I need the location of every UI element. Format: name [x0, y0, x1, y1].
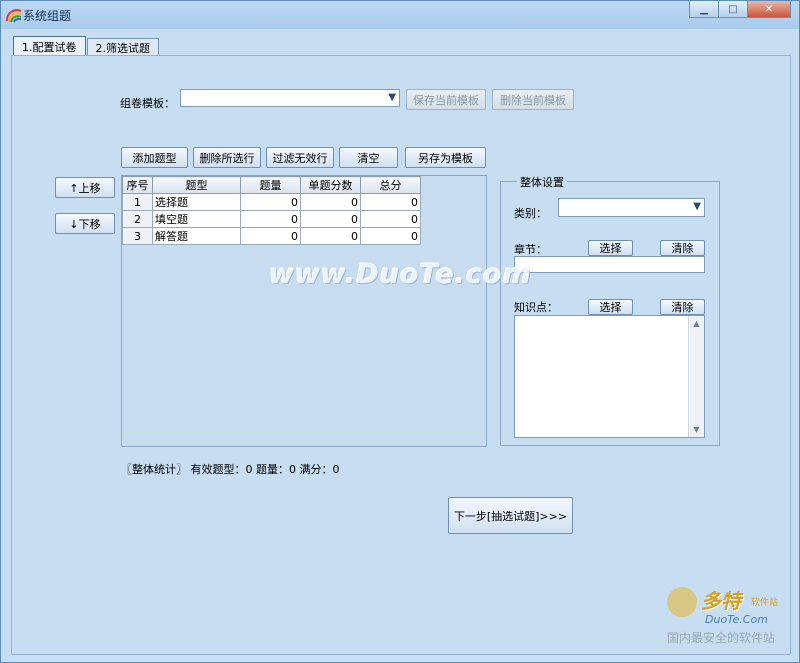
cell-type[interactable]: 解答题: [152, 227, 241, 245]
cell-total: 0: [360, 193, 421, 211]
main-window: 系统组题 ▁ □ ✕ 1.配置试卷 2.筛选试题 组卷模板： ▼ 保存当前模板 …: [0, 0, 800, 663]
scroll-down-icon[interactable]: ▼: [689, 422, 704, 437]
question-type-grid-area: 序号 题型 题量 单题分数 总分 1 选择题 0 0 0 2 填空题 0 0 0…: [121, 175, 487, 447]
close-button[interactable]: ✕: [748, 1, 791, 18]
move-down-button[interactable]: ↓下移: [55, 213, 115, 234]
cell-total: 0: [360, 210, 421, 228]
tab-filter-questions[interactable]: 2.筛选试题: [86, 38, 159, 56]
table-row[interactable]: 1 选择题 0 0 0: [122, 193, 421, 211]
category-combobox[interactable]: ▼: [558, 198, 705, 217]
maximize-icon: □: [728, 3, 738, 15]
chapter-field[interactable]: [514, 256, 705, 273]
duote-slogan: 国内最安全的软件站: [667, 631, 776, 645]
chevron-down-icon[interactable]: ▼: [388, 92, 396, 103]
table-header-row: 序号 题型 题量 单题分数 总分: [122, 176, 421, 194]
question-type-table: 序号 题型 题量 单题分数 总分 1 选择题 0 0 0 2 填空题 0 0 0…: [122, 176, 421, 245]
template-label: 组卷模板：: [120, 97, 175, 110]
cell-score-each[interactable]: 0: [300, 210, 361, 228]
tab-strip: 1.配置试卷 2.筛选试题: [13, 36, 160, 56]
filter-invalid-rows-button[interactable]: 过滤无效行: [266, 147, 334, 168]
cell-count[interactable]: 0: [240, 227, 301, 245]
cell-type[interactable]: 填空题: [152, 210, 241, 228]
column-header-total[interactable]: 总分: [360, 176, 421, 194]
window-title: 系统组题: [23, 9, 72, 23]
duote-url: DuoTe.Com: [705, 613, 768, 626]
maximize-button[interactable]: □: [719, 1, 748, 18]
delete-template-button[interactable]: 删除当前模板: [492, 89, 574, 110]
knowledge-clear-button[interactable]: 清除: [660, 299, 705, 315]
title-bar[interactable]: 系统组题 ▁ □ ✕: [1, 1, 799, 29]
cell-count[interactable]: 0: [240, 193, 301, 211]
column-header-type[interactable]: 题型: [152, 176, 241, 194]
add-question-type-button[interactable]: 添加题型: [121, 147, 188, 168]
knowledge-scrollbar[interactable]: ▲ ▼: [688, 316, 704, 437]
column-header-score-each[interactable]: 单题分数: [300, 176, 361, 194]
move-up-button[interactable]: ↑上移: [55, 177, 115, 198]
template-combobox[interactable]: ▼: [180, 89, 400, 107]
overall-settings-title: 整体设置: [517, 174, 567, 190]
table-row[interactable]: 3 解答题 0 0 0: [122, 227, 421, 245]
cell-count[interactable]: 0: [240, 210, 301, 228]
knowledge-point-textarea[interactable]: ▲ ▼: [514, 315, 705, 438]
overall-statistics: 〖整体统计〗 有效题型：0 题量：0 满分：0: [121, 463, 340, 476]
category-label: 类别：: [514, 207, 547, 220]
cell-total: 0: [360, 227, 421, 245]
duote-brand-sub: 软件站: [751, 598, 779, 608]
configure-paper-panel: 组卷模板： ▼ 保存当前模板 删除当前模板 添加题型 删除所选行 过滤无效行 清…: [11, 55, 791, 655]
minimize-button[interactable]: ▁: [689, 1, 719, 18]
duote-watermark: www.DuoTe.com: [269, 259, 532, 290]
chapter-label: 章节：: [514, 243, 547, 256]
minimize-icon: ▁: [700, 3, 708, 15]
delete-selected-rows-button[interactable]: 删除所选行: [193, 147, 261, 168]
tab-configure-paper[interactable]: 1.配置试卷: [13, 36, 86, 56]
duote-mascot-icon: [667, 587, 697, 617]
scroll-up-icon[interactable]: ▲: [689, 316, 704, 331]
row-index: 2: [122, 210, 153, 228]
save-template-button[interactable]: 保存当前模板: [406, 89, 486, 110]
next-step-button[interactable]: 下一步[抽选试题]>>>: [448, 497, 573, 534]
save-as-template-button[interactable]: 另存为模板: [405, 147, 486, 168]
cell-type[interactable]: 选择题: [152, 193, 241, 211]
table-row[interactable]: 2 填空题 0 0 0: [122, 210, 421, 228]
duote-brand: 多特: [701, 589, 741, 613]
clear-button[interactable]: 清空: [339, 147, 398, 168]
cell-score-each[interactable]: 0: [300, 227, 361, 245]
window-controls: ▁ □ ✕: [689, 1, 791, 19]
row-index: 3: [122, 227, 153, 245]
close-icon: ✕: [764, 3, 774, 15]
chevron-down-icon[interactable]: ▼: [693, 201, 701, 212]
cell-score-each[interactable]: 0: [300, 193, 361, 211]
knowledge-point-label: 知识点：: [514, 301, 558, 314]
app-rainbow-icon: [6, 9, 22, 23]
chapter-clear-button[interactable]: 清除: [660, 240, 705, 256]
column-header-index[interactable]: 序号: [122, 176, 153, 194]
knowledge-select-button[interactable]: 选择: [588, 299, 633, 315]
chapter-select-button[interactable]: 选择: [588, 240, 633, 256]
row-index: 1: [122, 193, 153, 211]
column-header-count[interactable]: 题量: [240, 176, 301, 194]
duote-logo-watermark: 多特 软件站 DuoTe.Com 国内最安全的软件站: [661, 579, 797, 649]
